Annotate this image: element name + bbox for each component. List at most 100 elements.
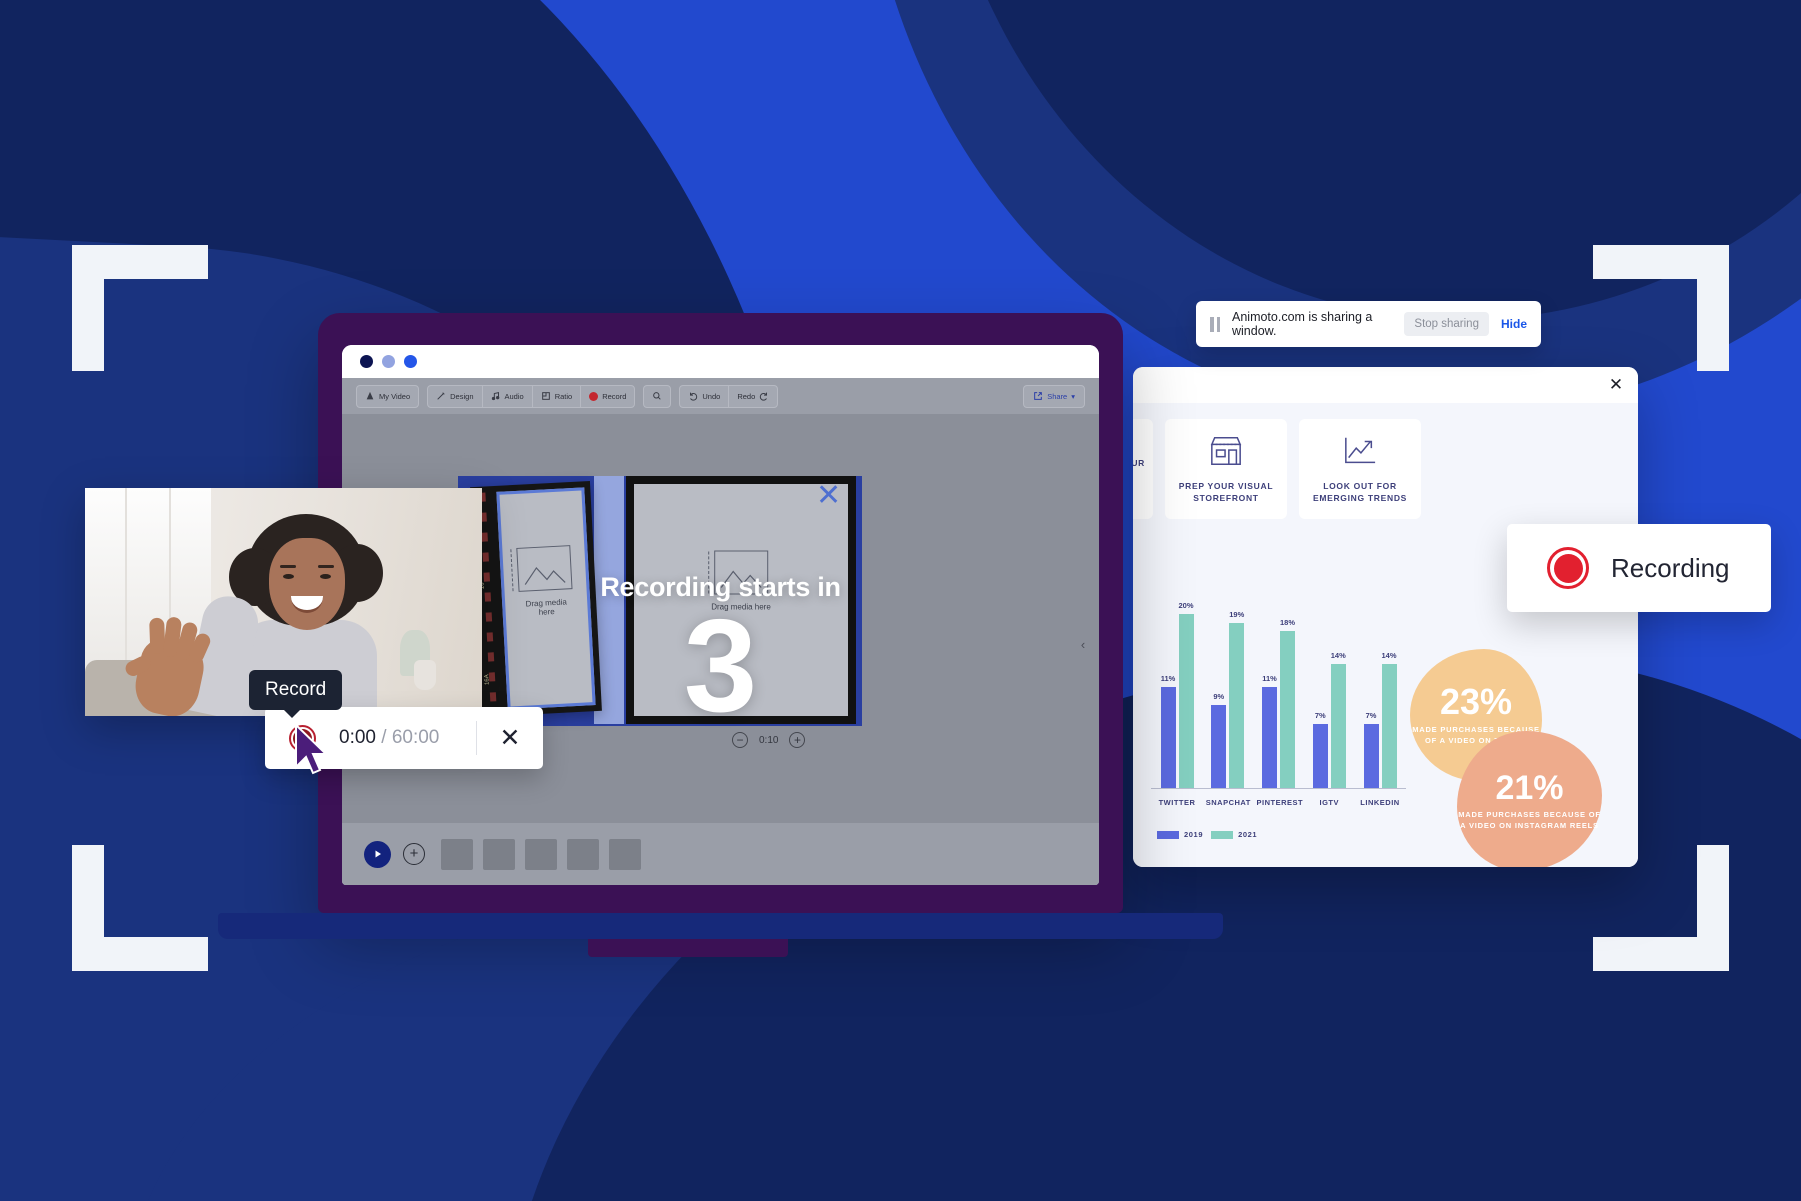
- music-note-icon: [491, 391, 501, 401]
- timeline-thumbnail[interactable]: [441, 838, 473, 870]
- shared-window: ✕ YOURN PREP YOUR VISUAL STOREFRONT: [1133, 367, 1638, 867]
- legend-item-2021: 2021: [1211, 830, 1257, 839]
- placeholder-label: Drag media here: [525, 597, 568, 617]
- stat-blob-reels: 21% MADE PURCHASES BECAUSE OF A VIDEO ON…: [1457, 731, 1602, 867]
- placeholder-label: Drag media here: [711, 602, 771, 612]
- project-group[interactable]: My Video: [356, 384, 420, 408]
- bar-value-label: 11%: [1262, 674, 1277, 683]
- timeline-thumbnail[interactable]: [609, 838, 641, 870]
- slide-duration-control: − 0:10 +: [732, 732, 806, 748]
- ratio-label: Ratio: [554, 391, 573, 401]
- project-button[interactable]: My Video: [357, 386, 418, 407]
- browser-titlebar: [342, 345, 1099, 378]
- chart-x-axis-labels: TWITTER SNAPCHAT PINTEREST IGTV LINKEDIN: [1151, 798, 1406, 807]
- editor-timeline: +: [342, 823, 1099, 885]
- add-scene-button[interactable]: +: [403, 843, 425, 865]
- legend-item-2019: 2019: [1157, 830, 1203, 839]
- redo-arrow-icon: [759, 391, 769, 401]
- play-icon[interactable]: [364, 840, 391, 868]
- timeline-thumbnail[interactable]: [567, 838, 599, 870]
- window-dot-close[interactable]: [360, 355, 373, 368]
- bar-2019: 11%: [1160, 674, 1176, 788]
- bar-value-label: 11%: [1160, 674, 1176, 683]
- image-placeholder-icon: [516, 545, 573, 592]
- tip-card-label: PREP YOUR VISUAL STOREFRONT: [1178, 481, 1274, 503]
- brush-icon: [436, 391, 446, 401]
- close-icon[interactable]: ✕: [816, 481, 846, 512]
- undo-button[interactable]: Undo: [680, 386, 728, 407]
- bar-2019: 7%: [1363, 711, 1379, 788]
- frame-bracket-top-left: [72, 245, 208, 371]
- chart-legend: 2019 2021: [1157, 830, 1257, 839]
- record-dot-icon: [589, 391, 599, 401]
- person-face: [269, 538, 345, 630]
- record-button[interactable]: Record: [580, 385, 634, 407]
- bar-value-label: 20%: [1178, 601, 1194, 610]
- hide-button[interactable]: Hide: [1501, 317, 1527, 331]
- media-drop-zone[interactable]: Drag media here: [496, 487, 596, 710]
- bar-2019: 7%: [1312, 711, 1328, 788]
- x-tick: LINKEDIN: [1360, 798, 1400, 807]
- stop-sharing-button[interactable]: Stop sharing: [1404, 312, 1489, 336]
- bar-2021: 14%: [1381, 651, 1397, 788]
- design-button[interactable]: Design: [428, 386, 481, 407]
- media-placeholder: Drag media here: [516, 545, 574, 618]
- stat-caption: MADE PURCHASES BECAUSE OF A VIDEO ON INS…: [1458, 809, 1601, 830]
- bar-2021: 20%: [1178, 601, 1194, 788]
- close-icon[interactable]: ✕: [477, 723, 543, 753]
- trending-up-icon: [1341, 434, 1379, 473]
- bar-group: 7% 14%: [1307, 651, 1351, 788]
- window-dot-minimize[interactable]: [382, 355, 395, 368]
- search-group[interactable]: [643, 384, 672, 408]
- project-name: My Video: [379, 391, 411, 401]
- legend-label: 2021: [1238, 830, 1258, 839]
- plus-circle-icon[interactable]: +: [789, 732, 806, 748]
- laptop-notch: [588, 939, 788, 957]
- screen-share-notification: Animoto.com is sharing a window. Stop sh…: [1196, 301, 1541, 347]
- timeline-thumbnail[interactable]: [483, 838, 515, 870]
- share-external-icon: [1033, 391, 1043, 401]
- media-slide-primary[interactable]: Drag media here ✕: [626, 476, 856, 724]
- bar-value-label: 9%: [1213, 692, 1225, 701]
- bar-group: 11% 18%: [1257, 618, 1301, 788]
- bar-2019: 9%: [1211, 692, 1227, 788]
- share-message: Animoto.com is sharing a window.: [1232, 310, 1373, 338]
- ratio-button[interactable]: Ratio: [531, 385, 581, 407]
- editor-toolbar: My Video Design Audio Ratio Record Undo …: [342, 378, 1099, 414]
- pause-icon: [1210, 316, 1220, 332]
- audio-button[interactable]: Audio: [481, 385, 532, 407]
- search-button[interactable]: [644, 386, 670, 407]
- bar-value-label: 7%: [1365, 711, 1377, 720]
- bar-2021: 19%: [1229, 610, 1244, 788]
- record-timer: 0:00 / 60:00: [339, 727, 476, 749]
- bar-2021: 14%: [1331, 651, 1346, 788]
- laptop-base: [218, 913, 1223, 939]
- timeline-thumbnails: [441, 838, 641, 870]
- legend-label: 2019: [1184, 830, 1204, 839]
- x-tick: IGTV: [1319, 798, 1339, 807]
- share-button[interactable]: Share ▾: [1023, 384, 1085, 408]
- media-placeholder: Drag media here: [708, 550, 771, 612]
- slide-stage: 16 16A Drag media here Drag media here ✕: [458, 476, 862, 726]
- elapsed-time: 0:00: [339, 727, 376, 748]
- mouse-cursor: [292, 722, 338, 781]
- bar-group: 11% 20%: [1155, 601, 1199, 788]
- shared-window-content: YOURN PREP YOUR VISUAL STOREFRONT: [1133, 403, 1638, 867]
- media-slide-secondary[interactable]: 16 16A Drag media here: [470, 481, 602, 717]
- frame-bracket-top-right: [1593, 245, 1729, 371]
- close-icon[interactable]: ✕: [1606, 375, 1626, 395]
- tip-card-trends: LOOK OUT FOR EMERGING TRENDS: [1299, 419, 1421, 519]
- tools-group: Design Audio Ratio Record: [427, 384, 636, 408]
- media-drop-zone[interactable]: Drag media here: [634, 484, 848, 716]
- tip-cards: YOURN PREP YOUR VISUAL STOREFRONT: [1133, 403, 1638, 519]
- minus-circle-icon[interactable]: −: [732, 732, 748, 748]
- record-dot-icon: [1547, 547, 1589, 589]
- redo-button[interactable]: Redo: [728, 385, 777, 407]
- x-tick: TWITTER: [1158, 798, 1196, 807]
- timeline-thumbnail[interactable]: [525, 838, 557, 870]
- tip-card-label: YOURN: [1133, 457, 1145, 468]
- stat-number: 21%: [1495, 768, 1564, 807]
- window-dot-maximize[interactable]: [404, 355, 417, 368]
- tip-card-label: LOOK OUT FOR EMERGING TRENDS: [1312, 481, 1408, 503]
- chevron-left-icon[interactable]: ‹: [1075, 636, 1091, 652]
